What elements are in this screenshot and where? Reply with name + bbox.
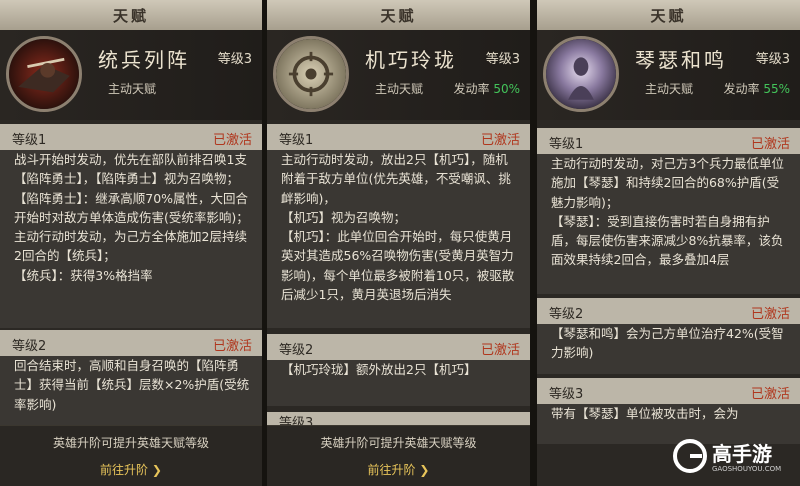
talent-panel-qinse: 天赋 琴瑟和鸣 等级3 主动天赋 发动率 55% 等级1 已激活 主动行动时发动，… xyxy=(537,0,800,486)
panel-title-bar: 天赋 xyxy=(267,0,530,31)
level-label: 等级1 xyxy=(279,133,314,148)
talent-panel-jiqiao: 天赋 机巧玲珑 等级3 主动天赋 发动率 50% 等级1 已激活 主动行动时发动，… xyxy=(267,0,530,486)
upgrade-note: 英雄升阶可提升英雄天赋等级 xyxy=(320,436,477,450)
level-header-1: 等级1 已激活 xyxy=(537,128,800,154)
level-text: 主动行动时发动，对己方3个兵力最低单位施加【琴瑟】和持续2回合的68%护盾(受魅… xyxy=(551,156,784,268)
talent-name: 琴瑟和鸣 xyxy=(635,48,727,72)
level-description-1: 主动行动时发动，对己方3个兵力最低单位施加【琴瑟】和持续2回合的68%护盾(受魅… xyxy=(537,154,800,294)
level-description-1: 战斗开始时发动，优先在部队前排召唤1支【陷阵勇士】，【陷阵勇士】视为召唤物； 【… xyxy=(0,150,262,328)
talent-name: 统兵列阵 xyxy=(98,48,190,72)
talent-panel-tongbing: 天赋 统兵列阵 等级3 主动天赋 等级1 已激活 战斗开始时发动，优先在部队前排召… xyxy=(0,0,262,486)
level-description-2: 【机巧玲珑】额外放出2只【机巧】 xyxy=(267,360,530,406)
talent-level: 等级3 xyxy=(217,52,252,67)
chevron-right-icon: ❯ xyxy=(415,463,430,477)
level-description-2: 回合结束时，高顺和自身召唤的【陷阵勇士】获得当前【统兵】层数×2%护盾(受统率影… xyxy=(0,356,262,428)
watermark-brand: 高手游 xyxy=(712,442,772,466)
talent-level: 等级3 xyxy=(485,52,520,67)
panel-title: 天赋 xyxy=(112,7,149,25)
level-label: 等级3 xyxy=(549,387,584,402)
level-description-2: 【琴瑟和鸣】会为己方单位治疗42%(受智力影响) xyxy=(537,324,800,374)
level-status: 已激活 xyxy=(480,133,520,148)
talent-header: 机巧玲珑 等级3 主动天赋 发动率 50% xyxy=(267,30,530,120)
talent-header: 琴瑟和鸣 等级3 主动天赋 发动率 55% xyxy=(537,30,800,120)
talent-type: 主动天赋 xyxy=(375,82,424,96)
level-header-2: 等级2 已激活 xyxy=(537,298,800,324)
panel-title: 天赋 xyxy=(650,7,687,25)
level-header-3: 等级3 已激活 xyxy=(537,378,800,404)
watermark-domain: GAOSHOUYOU.COM xyxy=(712,465,782,473)
level-label: 等级1 xyxy=(12,133,47,148)
trigger-rate-value: 55% xyxy=(763,82,790,96)
level-text: 回合结束时，高顺和自身召唤的【陷阵勇士】获得当前【统兵】层数×2%护盾(受统率影… xyxy=(14,358,250,412)
level-text: 主动行动时发动，放出2只【机巧】，随机附着于敌方单位(优先英雄，不受嘲讽、挑衅影… xyxy=(281,152,515,303)
panel-title-bar: 天赋 xyxy=(537,0,800,31)
upgrade-link[interactable]: 前往升阶 ❯ xyxy=(0,461,262,478)
level-status: 已激活 xyxy=(750,137,790,152)
chevron-right-icon: ❯ xyxy=(148,463,162,477)
level-header-1: 等级1 已激活 xyxy=(0,124,262,150)
level-header-1: 等级1 已激活 xyxy=(267,124,530,150)
level-label: 等级2 xyxy=(549,307,584,322)
talent-level: 等级3 xyxy=(755,52,790,67)
level-text: 【琴瑟和鸣】会为己方单位治疗42%(受智力影响) xyxy=(551,326,784,361)
level-text: 带有【琴瑟】单位被攻击时，会为 xyxy=(551,406,739,421)
talent-portrait xyxy=(543,36,619,112)
watermark: 高手游 GAOSHOUYOU.COM xyxy=(672,438,792,480)
level-text: 【机巧玲珑】额外放出2只【机巧】 xyxy=(281,362,477,377)
panel-footer: 英雄升阶可提升英雄天赋等级 前往升阶 ❯ xyxy=(0,425,262,486)
trigger-rate: 发动率 50% xyxy=(453,82,520,96)
panel-title: 天赋 xyxy=(380,7,417,25)
level-header-2: 等级2 已激活 xyxy=(0,330,262,356)
level-label: 等级1 xyxy=(549,137,584,152)
level-text: 战斗开始时发动，优先在部队前排召唤1支【陷阵勇士】，【陷阵勇士】视为召唤物； 【… xyxy=(14,152,249,283)
talent-portrait xyxy=(6,36,82,112)
trigger-rate: 发动率 55% xyxy=(723,82,790,96)
gaoshouyou-logo-icon xyxy=(673,439,707,473)
level-status: 已激活 xyxy=(212,133,252,148)
level-description-1: 主动行动时发动，放出2只【机巧】，随机附着于敌方单位(优先英雄，不受嘲讽、挑衅影… xyxy=(267,150,530,328)
level-status: 已激活 xyxy=(750,387,790,402)
upgrade-note: 英雄升阶可提升英雄天赋等级 xyxy=(52,436,209,450)
panel-footer: 英雄升阶可提升英雄天赋等级 前往升阶 ❯ xyxy=(267,425,530,486)
talent-portrait xyxy=(273,36,349,112)
level-status: 已激活 xyxy=(750,307,790,322)
trigger-rate-value: 50% xyxy=(493,82,520,96)
level-label: 等级2 xyxy=(12,339,47,354)
level-label: 等级2 xyxy=(279,343,314,358)
talent-type: 主动天赋 xyxy=(645,82,694,96)
upgrade-link[interactable]: 前往升阶 ❯ xyxy=(267,461,530,478)
talent-header: 统兵列阵 等级3 主动天赋 xyxy=(0,30,262,120)
panel-title-bar: 天赋 xyxy=(0,0,262,31)
level-header-2: 等级2 已激活 xyxy=(267,334,530,360)
talent-name: 机巧玲珑 xyxy=(365,48,457,72)
level-status: 已激活 xyxy=(480,343,520,358)
talent-type: 主动天赋 xyxy=(108,82,157,96)
level-status: 已激活 xyxy=(212,339,252,354)
